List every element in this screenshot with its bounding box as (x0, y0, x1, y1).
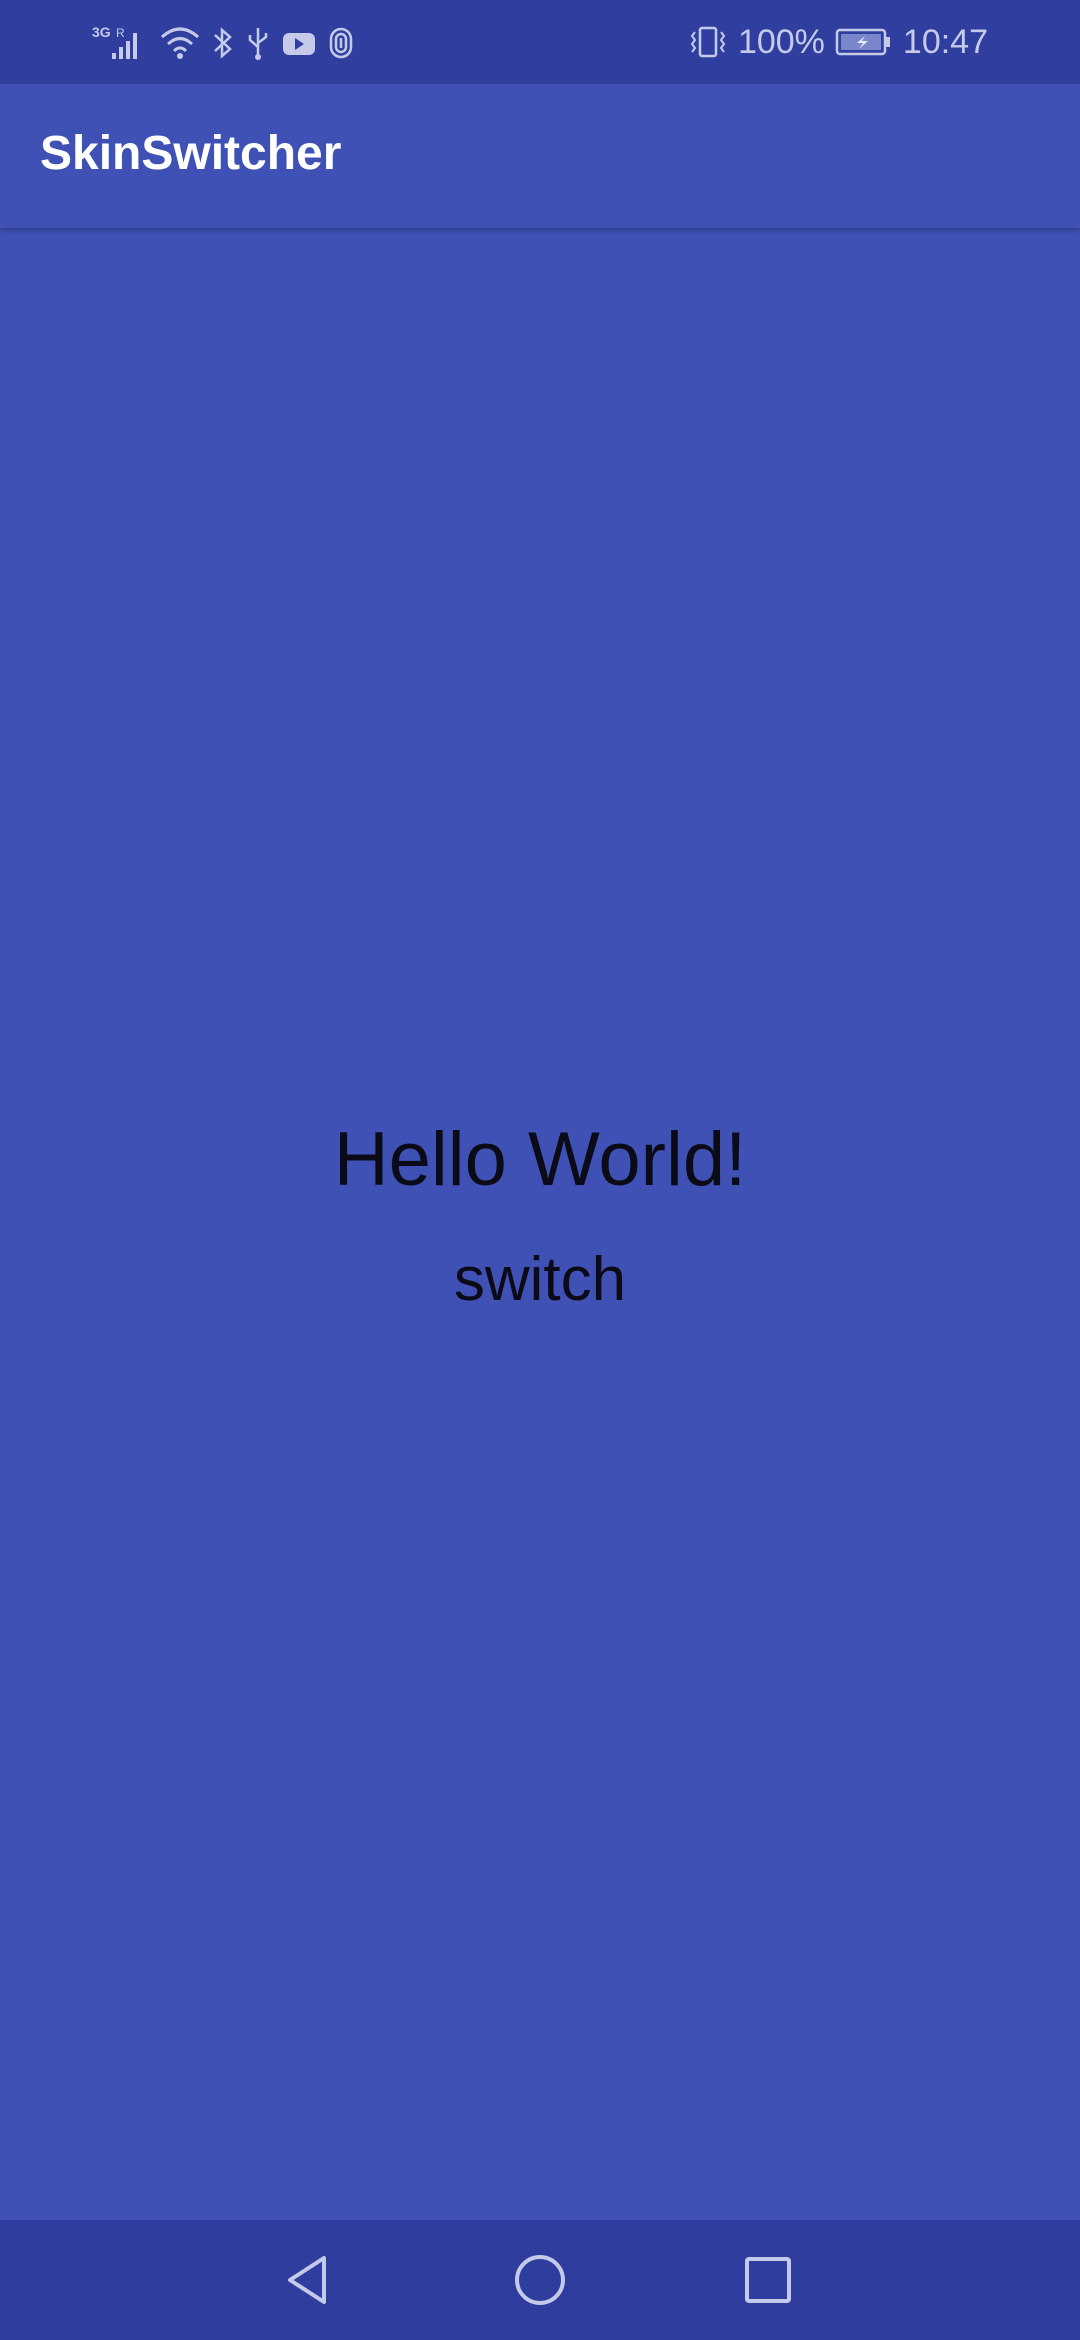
back-icon (288, 2256, 326, 2304)
switch-button[interactable]: switch (420, 1240, 660, 1320)
usb-icon (246, 25, 270, 61)
fingerprint-icon (328, 25, 354, 61)
svg-text:3G: 3G (92, 24, 111, 40)
youtube-icon (282, 25, 316, 61)
back-button[interactable] (280, 2250, 340, 2310)
bluetooth-icon (212, 25, 234, 61)
app-title: SkinSwitcher (40, 127, 342, 180)
home-icon (515, 2255, 565, 2305)
battery-percent: 100% (737, 22, 825, 61)
recents-icon (745, 2257, 791, 2303)
vibrate-icon (688, 24, 728, 60)
svg-text:R: R (116, 26, 125, 40)
home-button[interactable] (510, 2250, 570, 2310)
status-icons-right: 100% 10:47 (688, 18, 988, 66)
clock-time: 10:47 (902, 22, 988, 61)
wifi-icon (160, 25, 200, 61)
signal-icon: 3G R (92, 23, 148, 63)
hello-text: Hello World! (333, 1117, 747, 1202)
battery-charging-icon (835, 24, 893, 60)
app-bar: SkinSwitcher (0, 84, 1080, 228)
status-bar: 3G R 100% 10:47 (0, 0, 1080, 84)
navigation-bar (0, 2220, 1080, 2340)
main-content: Hello World! switch (0, 228, 1080, 2220)
recents-button[interactable] (738, 2250, 798, 2310)
status-icons-left: 3G R (92, 22, 354, 64)
